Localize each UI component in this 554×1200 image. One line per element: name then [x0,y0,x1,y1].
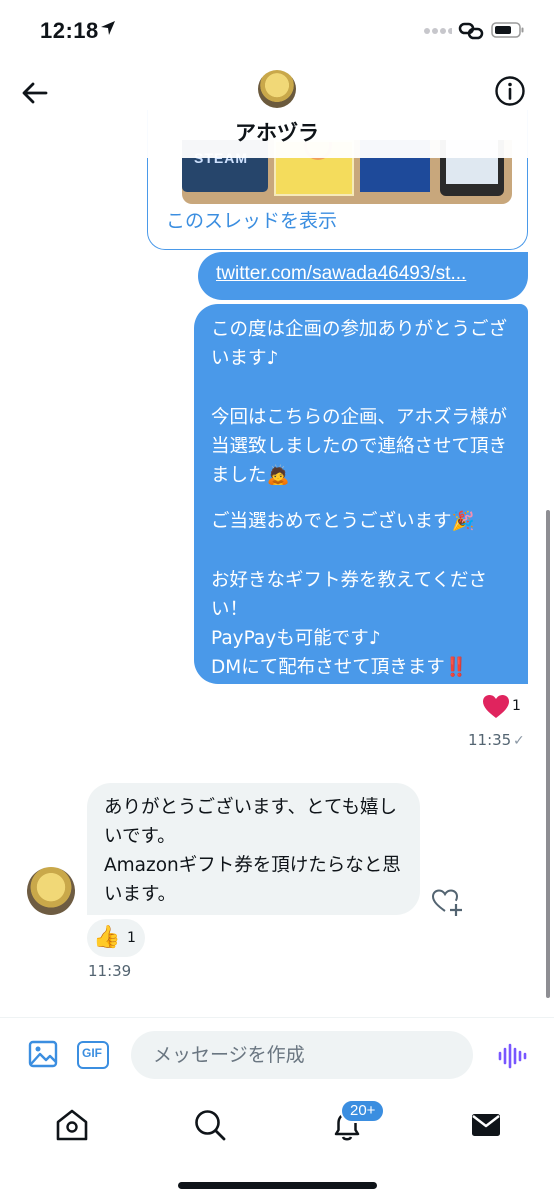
message-input[interactable] [131,1031,473,1079]
voice-message-icon[interactable] [497,1042,527,1070]
messages-mail-icon[interactable] [466,1105,506,1145]
bottom-tab-bar: 20+ [0,1091,554,1200]
show-thread-link[interactable]: このスレッドを表示 [166,206,337,233]
home-icon[interactable] [52,1105,92,1145]
outgoing-message-bubble[interactable]: この度は企画の参加ありがとうございます♪ 今回はこちらの企画、アホズラ様が当選致… [194,304,528,684]
incoming-message-text: ありがとうございます、とても嬉しいです。 Amazonギフト券を頂けたらなと思い… [104,797,401,905]
image-icon[interactable] [27,1038,59,1070]
link-message-text[interactable]: twitter.com/sawada46493/st... [216,263,466,285]
header-avatar[interactable] [258,70,296,108]
gif-button[interactable]: GIF [77,1041,109,1069]
message-timestamp: 11:35 [468,731,512,749]
thumbs-up-icon: 👍 [93,925,121,950]
thumbs-up-reaction[interactable]: 👍 1 [87,919,145,957]
gif-button-label: GIF [82,1046,102,1060]
sender-avatar[interactable] [27,867,75,915]
home-indicator[interactable] [178,1182,377,1189]
outgoing-message-paragraph: 今回はこちらの企画、アホズラ様が当選致しましたので連絡させて頂きました🙇 [211,407,508,486]
notifications-badge: 20+ [340,1099,386,1123]
add-reaction-heart-icon[interactable] [430,885,464,917]
outgoing-message-paragraph: ご当選おめでとうございます🎉 [211,511,475,532]
heart-icon [483,695,509,718]
message-timestamp: 11:39 [88,962,132,980]
info-icon[interactable] [494,75,526,107]
thumbs-up-reaction-count: 1 [127,930,136,946]
conversation-title[interactable]: アホヅラ [0,117,554,147]
read-check-icon: ✓ [513,733,525,749]
heart-reaction[interactable]: 1 [482,694,530,722]
conversation-header: アホヅラ [0,62,554,158]
link-message-bubble[interactable]: twitter.com/sawada46493/st... [198,252,528,300]
incoming-message-bubble[interactable]: ありがとうございます、とても嬉しいです。 Amazonギフト券を頂けたらなと思い… [87,783,420,915]
back-arrow-icon[interactable] [20,78,50,108]
heart-reaction-count: 1 [512,698,521,714]
outgoing-message-paragraph: お好きなギフト券を教えてください！ PayPayも可能です♪ DMにて配布させて… [211,570,488,678]
outgoing-message-paragraph: この度は企画の参加ありがとうございます♪ [211,319,508,369]
scrollbar[interactable] [546,510,550,998]
search-icon[interactable] [190,1105,230,1145]
message-composer: GIF [0,1017,554,1091]
